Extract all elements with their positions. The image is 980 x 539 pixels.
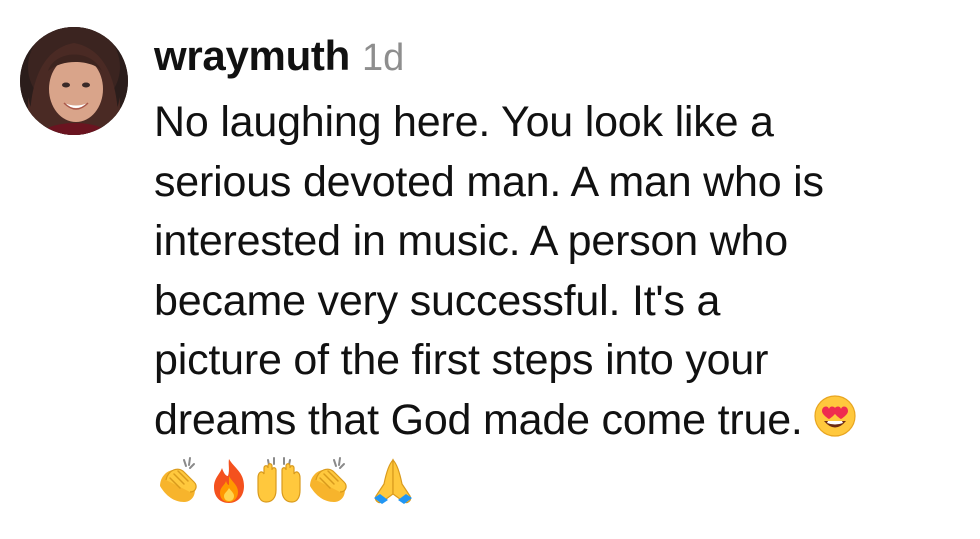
comment-line: picture of the first steps into your	[154, 336, 769, 384]
comment-header: wraymuth 1d	[154, 32, 404, 88]
comment: wraymuth 1d No laughing here. You look l…	[0, 0, 980, 539]
avatar[interactable]	[20, 27, 128, 135]
comment-line: interested in music. A person who	[154, 217, 788, 265]
comment-text: No laughing here. You look like a seriou…	[154, 93, 970, 450]
fire-emoji-icon	[204, 456, 254, 506]
comment-line-text: dreams that God made come true.	[154, 395, 803, 444]
comment-line: serious devoted man. A man who is	[154, 157, 824, 206]
username[interactable]: wraymuth	[154, 32, 350, 80]
timestamp[interactable]: 1d	[362, 37, 404, 80]
comment-line-last: dreams that God made come true.	[154, 391, 970, 451]
clapping-hands-emoji-icon	[154, 456, 204, 506]
clapping-hands-emoji-icon	[304, 456, 354, 506]
folded-hands-emoji-icon	[368, 456, 418, 506]
comment-line: became very successful. It's a	[154, 276, 721, 325]
user-avatar-icon	[20, 27, 128, 135]
comment-line: No laughing here. You look like a	[154, 98, 774, 146]
heart-eyes-emoji-icon	[813, 394, 857, 455]
raising-hands-emoji-icon	[254, 456, 304, 506]
emoji-row	[154, 455, 418, 507]
